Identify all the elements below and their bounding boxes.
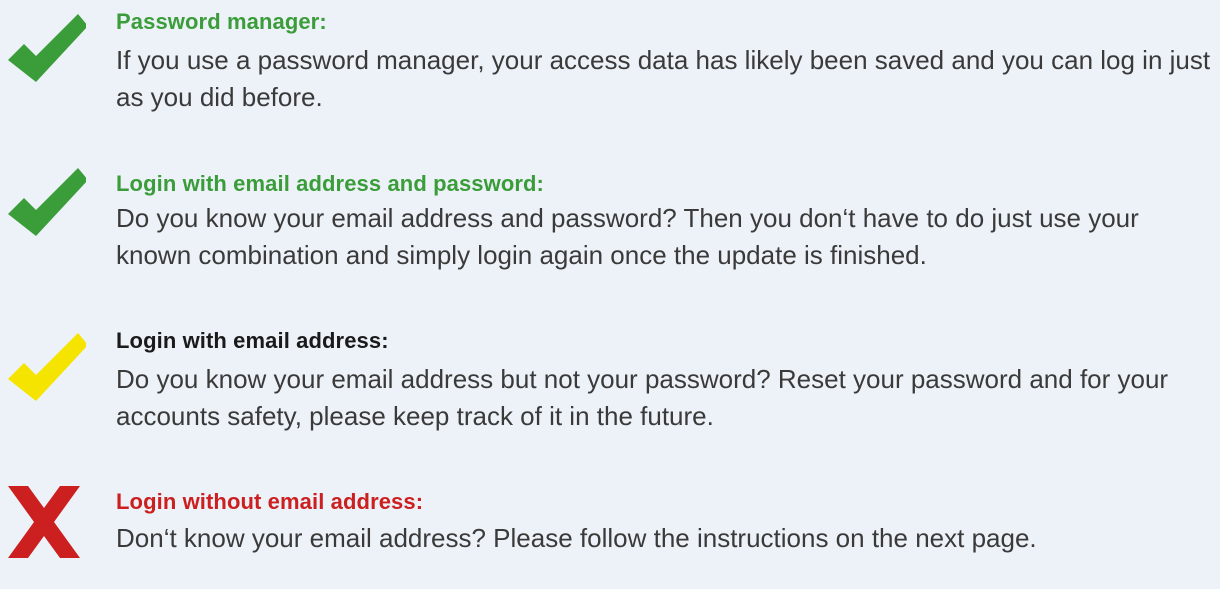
- cross-icon: [8, 486, 80, 558]
- option-description: If you use a password manager, your acce…: [116, 45, 1211, 112]
- option-heading: Login with email address:: [116, 328, 389, 353]
- option-description: Don‘t know your email address? Please fo…: [116, 523, 1037, 553]
- check-icon: [6, 327, 86, 407]
- option-heading: Login without email address:: [116, 489, 424, 514]
- check-icon: [6, 162, 86, 242]
- option-heading: Password manager:: [116, 9, 327, 34]
- option-description: Do you know your email address and passw…: [116, 203, 1139, 270]
- check-icon: [6, 8, 86, 88]
- option-heading: Login with email address and password:: [116, 171, 544, 196]
- option-description: Do you know your email address but not y…: [116, 364, 1169, 431]
- password-options-page: { "items": [ { "status": "ok", "icon": "…: [0, 0, 1220, 589]
